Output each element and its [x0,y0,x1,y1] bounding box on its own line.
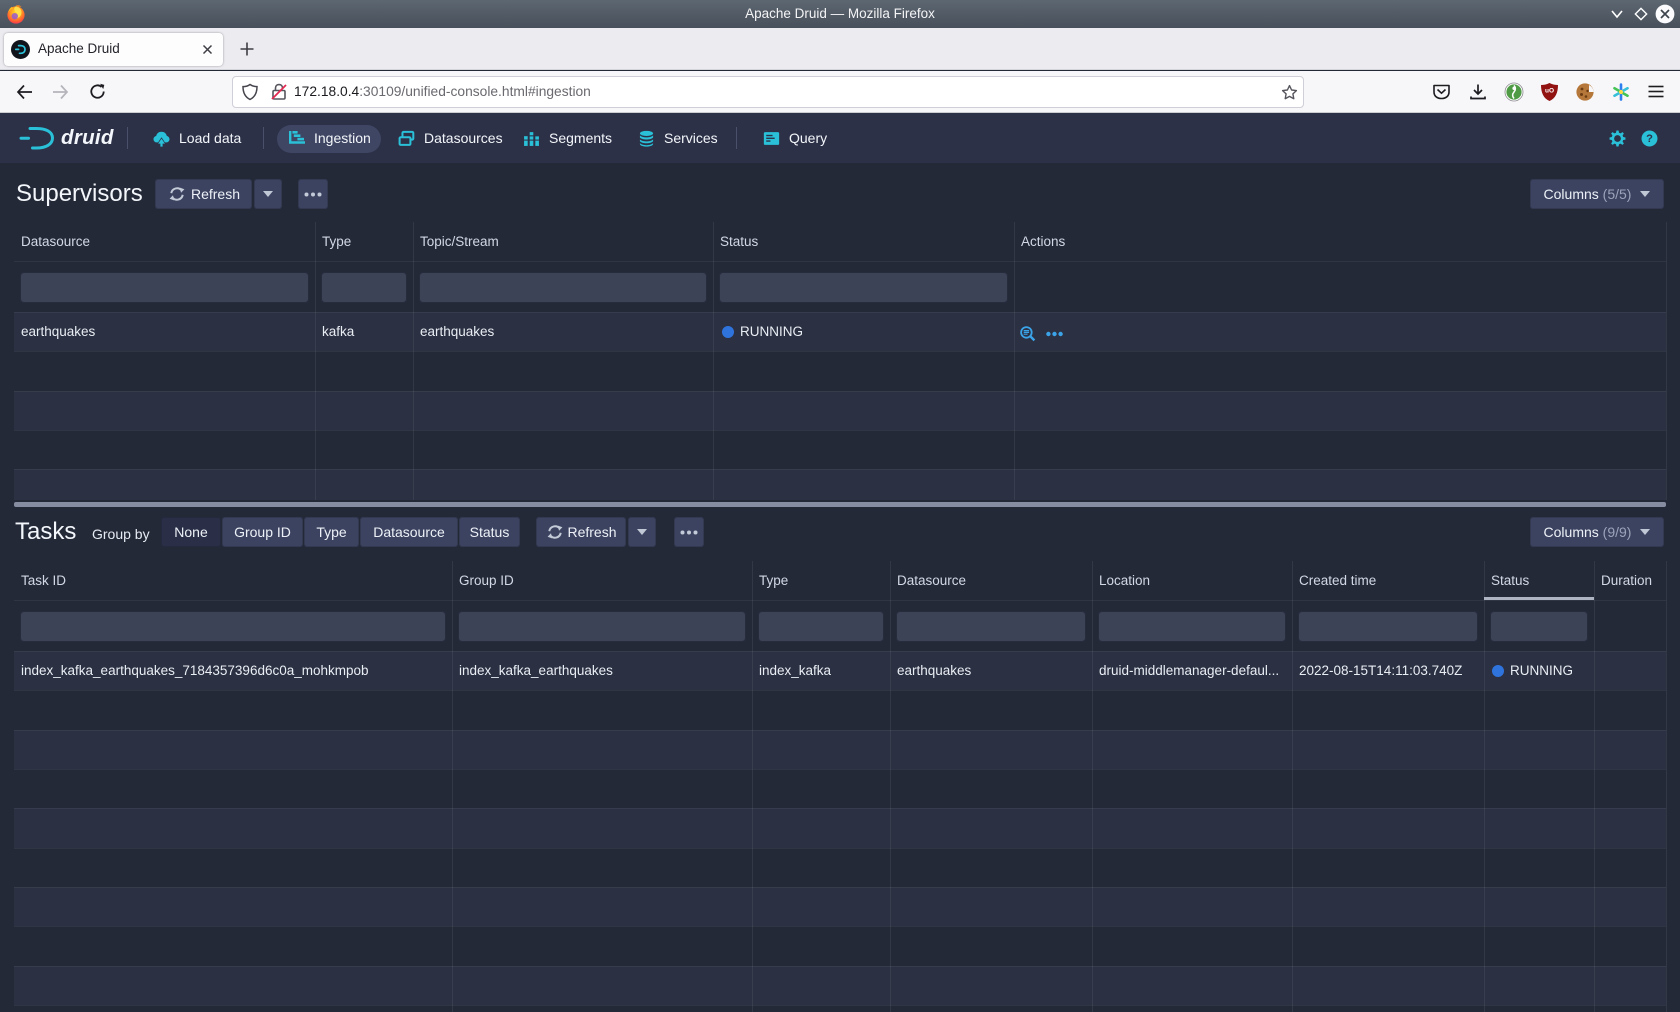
svg-text:uO: uO [1545,88,1554,95]
svg-text:?: ? [1646,133,1653,145]
